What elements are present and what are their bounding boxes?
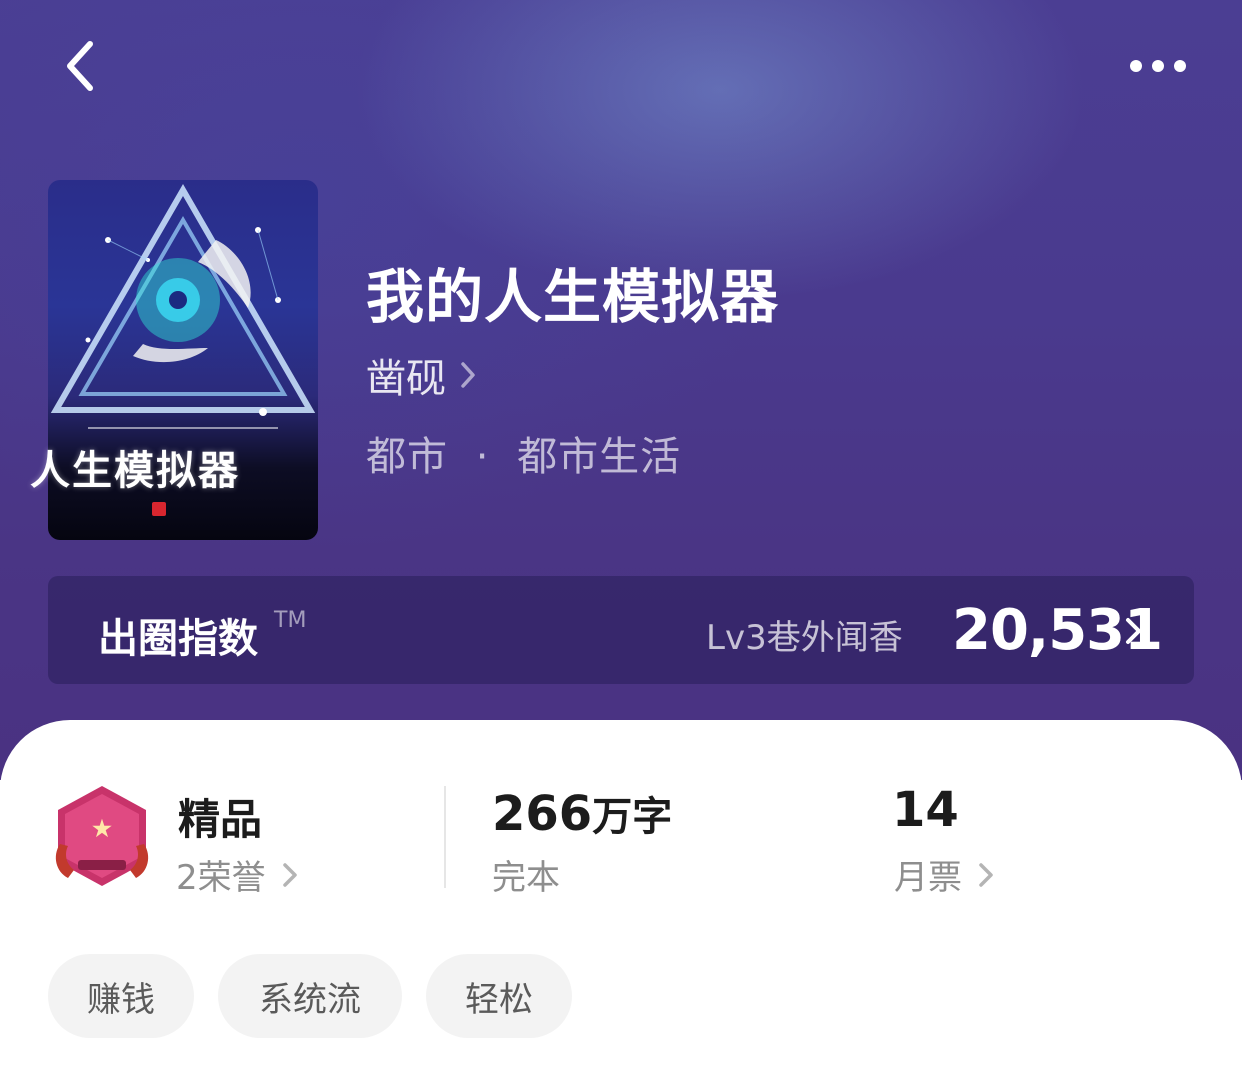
word-count: 266万字 — [492, 784, 672, 842]
honors-link[interactable]: 2荣誉 — [176, 850, 300, 899]
chevron-right-icon — [979, 862, 993, 887]
genre-separator: · — [475, 434, 490, 480]
book-title: 我的人生模拟器 — [366, 263, 780, 331]
genre-line: 都市 · 都市生活 — [366, 424, 681, 482]
genre-category[interactable]: 都市 — [366, 434, 448, 480]
back-button[interactable] — [58, 36, 106, 96]
word-count-unit: 万字 — [592, 794, 673, 840]
premium-badge-icon[interactable]: ★ — [50, 784, 154, 888]
monthly-votes-count: 14 — [892, 782, 959, 838]
cover-title-text: 人生模拟器 — [30, 447, 240, 494]
stat-divider — [444, 786, 446, 888]
tag-chip[interactable]: 轻松 — [426, 954, 572, 1038]
more-horizontal-icon — [1130, 60, 1186, 72]
chevron-right-icon — [1126, 618, 1141, 644]
word-count-number: 266 — [492, 786, 593, 842]
genre-subcategory[interactable]: 都市生活 — [517, 434, 681, 480]
monthly-votes-link[interactable]: 月票 — [894, 850, 996, 899]
chevron-right-icon — [282, 862, 297, 887]
tag-chip[interactable]: 赚钱 — [48, 954, 194, 1038]
author-link[interactable]: 凿砚 — [366, 346, 478, 404]
honors-text: 2荣誉 — [176, 858, 266, 898]
tier-title: 精品 — [178, 795, 263, 844]
chevron-right-icon — [461, 362, 475, 388]
trademark-mark: TM — [274, 608, 307, 633]
influence-level: Lv3巷外闻香 — [706, 618, 903, 658]
svg-text:★: ★ — [92, 816, 112, 842]
monthly-votes-label: 月票 — [894, 858, 962, 898]
chevron-left-icon — [67, 41, 93, 91]
author-name: 凿砚 — [366, 356, 446, 402]
tag-chip[interactable]: 系统流 — [218, 954, 402, 1038]
influence-label: 出圈指数 — [98, 616, 258, 662]
more-button[interactable] — [1120, 44, 1196, 88]
influence-index-bar[interactable]: 出圈指数 TM Lv3巷外闻香 20,531 — [48, 576, 1194, 684]
completion-status: 完本 — [492, 858, 560, 898]
